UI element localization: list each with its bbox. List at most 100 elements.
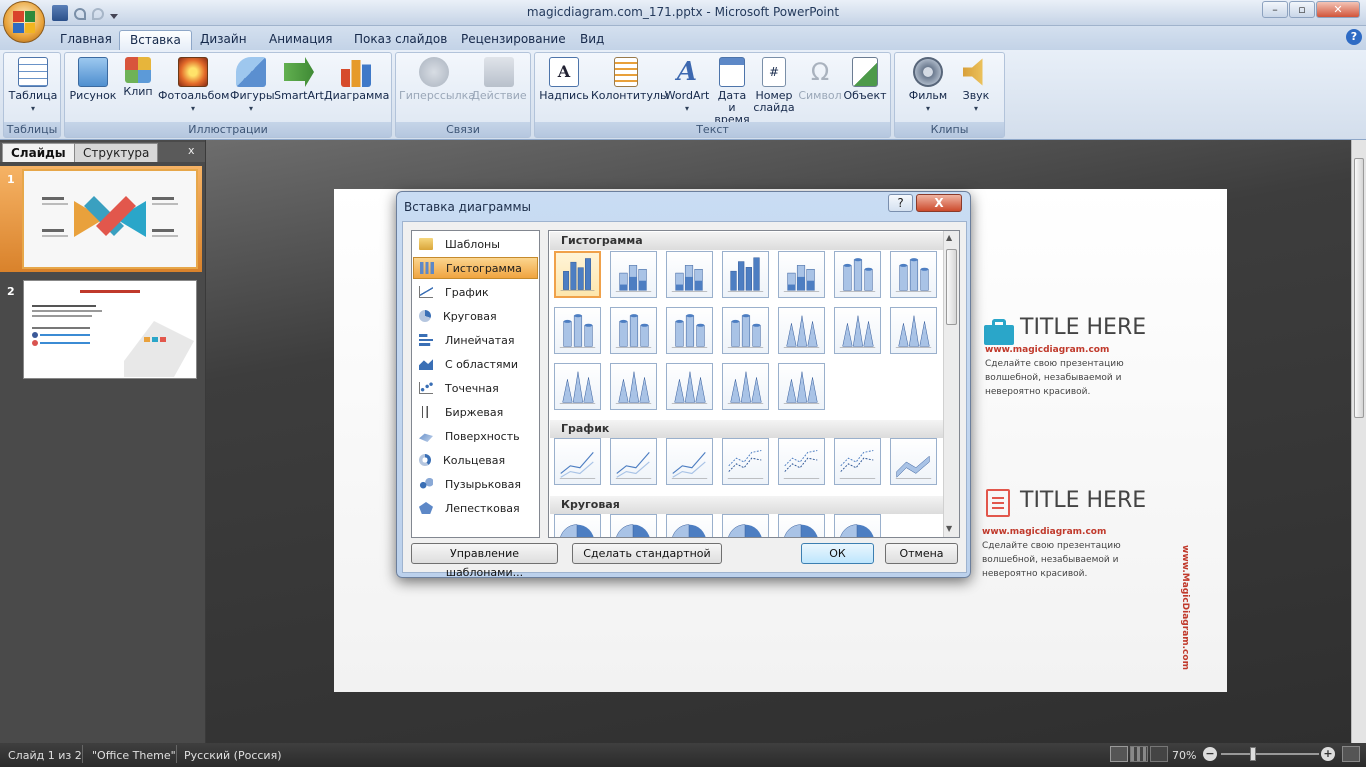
slide-thumbnail-1[interactable] (22, 169, 198, 269)
tab-review[interactable]: Рецензирование (451, 30, 576, 50)
chart-type-tile[interactable] (666, 251, 713, 298)
zoom-in-icon[interactable]: + (1321, 747, 1335, 761)
chart-type-tile[interactable] (778, 438, 825, 485)
zoom-level[interactable]: 70% (1172, 749, 1196, 762)
hyperlink-button[interactable]: Гиперссылка (399, 57, 475, 102)
zoom-out-icon[interactable]: − (1203, 747, 1217, 761)
chart-type-tile[interactable] (554, 251, 601, 298)
chart-type-tile[interactable] (554, 363, 601, 410)
tab-animation[interactable]: Анимация (259, 30, 342, 50)
category-bubble[interactable]: Пузырьковая (413, 473, 538, 495)
cancel-button[interactable]: Отмена (885, 543, 958, 564)
scroll-down-icon[interactable]: ▼ (946, 524, 952, 533)
chart-type-tile[interactable] (554, 438, 601, 485)
chart-type-tile[interactable] (834, 438, 881, 485)
zoom-slider-track[interactable] (1221, 753, 1319, 755)
photoalbum-button[interactable]: Фотоальбом ▾ (158, 57, 229, 115)
slide-thumbnail-2[interactable] (23, 280, 197, 379)
status-language[interactable]: Русский (Россия) (184, 749, 282, 762)
object-button[interactable]: Объект (842, 57, 888, 102)
slide-sorter-view-icon[interactable] (1130, 746, 1148, 762)
chart-type-tile[interactable] (834, 307, 881, 354)
chart-type-tile[interactable] (666, 438, 713, 485)
textbox-button[interactable]: A Надпись (538, 57, 590, 102)
chart-type-tile[interactable] (778, 514, 825, 537)
category-pie[interactable]: Круговая (413, 305, 538, 327)
category-surface[interactable]: Поверхность (413, 425, 538, 447)
category-stock[interactable]: Биржевая (413, 401, 538, 423)
zoom-slider-thumb[interactable] (1250, 747, 1256, 761)
tab-slideshow[interactable]: Показ слайдов (344, 30, 457, 50)
category-doughnut[interactable]: Кольцевая (413, 449, 538, 471)
dialog-help-button[interactable]: ? (888, 194, 913, 212)
gallery-scroll-thumb[interactable] (946, 249, 957, 325)
chart-type-tile[interactable] (554, 514, 601, 537)
scroll-up-icon[interactable]: ▲ (946, 233, 952, 242)
header-footer-button[interactable]: Колонтитулы (591, 57, 669, 102)
close-panel-icon[interactable]: x (188, 144, 195, 157)
shapes-button[interactable]: Фигуры ▾ (230, 57, 275, 115)
minimize-button[interactable]: – (1262, 1, 1288, 18)
chart-type-tile[interactable] (778, 251, 825, 298)
tab-insert[interactable]: Вставка (119, 30, 192, 50)
wordart-button[interactable]: A WordArt ▾ (662, 57, 712, 115)
gallery-scrollbar[interactable]: ▲ ▼ (943, 231, 959, 537)
office-button[interactable] (3, 1, 45, 43)
chart-type-tile[interactable] (554, 307, 601, 354)
tab-outline[interactable]: Структура (74, 143, 159, 162)
close-window-button[interactable]: ✕ (1316, 1, 1360, 18)
chart-type-tile[interactable] (778, 363, 825, 410)
tab-design[interactable]: Дизайн (190, 30, 257, 50)
chart-type-tile[interactable] (722, 363, 769, 410)
movie-button[interactable]: Фильм ▾ (903, 57, 953, 115)
scrollbar-thumb[interactable] (1354, 158, 1364, 418)
chart-type-tile[interactable] (610, 363, 657, 410)
action-button[interactable]: Действие (471, 57, 527, 102)
help-icon[interactable]: ? (1346, 29, 1362, 45)
category-area[interactable]: С областями (413, 353, 538, 375)
chart-type-tile[interactable] (834, 514, 881, 537)
tab-home[interactable]: Главная (50, 30, 122, 50)
chart-type-tile[interactable] (722, 251, 769, 298)
normal-view-icon[interactable] (1110, 746, 1128, 762)
chart-type-tile[interactable] (722, 438, 769, 485)
chart-type-tile[interactable] (722, 307, 769, 354)
chart-type-tile[interactable] (666, 514, 713, 537)
datetime-button[interactable]: Дата и время (713, 57, 751, 126)
slideshow-view-icon[interactable] (1150, 746, 1168, 762)
category-radar[interactable]: Лепестковая (413, 497, 538, 519)
chart-type-tile[interactable] (722, 514, 769, 537)
picture-button[interactable]: Рисунок (68, 57, 118, 102)
category-column[interactable]: Гистограмма (413, 257, 538, 279)
symbol-button[interactable]: Ω Символ (797, 57, 843, 102)
category-bar[interactable]: Линейчатая (413, 329, 538, 351)
maximize-button[interactable]: ▫ (1289, 1, 1315, 18)
chart-type-tile[interactable] (610, 438, 657, 485)
chart-type-tile[interactable] (890, 251, 937, 298)
sound-button[interactable]: Звук ▾ (953, 57, 999, 115)
tab-slides[interactable]: Слайды (2, 143, 75, 162)
chart-type-tile[interactable] (778, 307, 825, 354)
chart-type-tile[interactable] (610, 514, 657, 537)
vertical-scrollbar[interactable] (1351, 140, 1366, 743)
tab-view[interactable]: Вид (570, 30, 614, 50)
chart-type-tile[interactable] (666, 307, 713, 354)
ok-button[interactable]: ОК (801, 543, 874, 564)
chart-type-tile[interactable] (890, 438, 937, 485)
chart-type-tile[interactable] (610, 307, 657, 354)
category-templates[interactable]: Шаблоны (413, 233, 538, 255)
chart-type-tile[interactable] (834, 251, 881, 298)
chart-type-tile[interactable] (890, 307, 937, 354)
table-button[interactable]: Таблица ▾ (8, 57, 58, 115)
set-default-button[interactable]: Сделать стандартной (572, 543, 722, 564)
slide-number-button[interactable]: # Номер слайда (753, 57, 795, 114)
clip-button[interactable]: Клип (120, 57, 156, 98)
manage-templates-button[interactable]: Управление шаблонами... (411, 543, 558, 579)
category-line[interactable]: График (413, 281, 538, 303)
chart-type-tile[interactable] (610, 251, 657, 298)
chart-button[interactable]: Диаграмма (324, 57, 389, 102)
dialog-close-button[interactable]: X (916, 194, 962, 212)
category-scatter[interactable]: Точечная (413, 377, 538, 399)
smartart-button[interactable]: SmartArt (274, 57, 324, 102)
chart-type-tile[interactable] (666, 363, 713, 410)
